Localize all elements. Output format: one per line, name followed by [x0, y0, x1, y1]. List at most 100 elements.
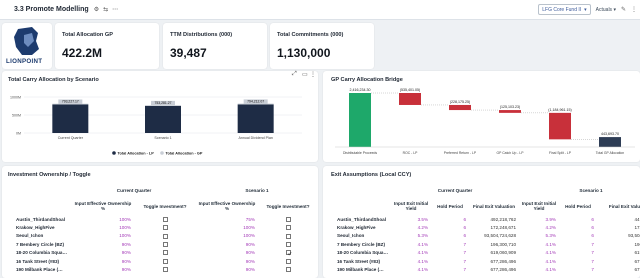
- more-icon[interactable]: ⋯: [112, 6, 118, 13]
- yield-input: 4.1%: [417, 267, 429, 273]
- kpi-card-distributions: TTM Distributions (000) 39,487: [163, 23, 267, 69]
- yield-input: 4.1%: [545, 258, 556, 264]
- column-header: Input Effective Ownership %: [74, 201, 132, 211]
- toggle-checkbox-cell: [258, 265, 318, 273]
- ownership-input: 75%: [245, 216, 255, 222]
- bar[interactable]: [145, 105, 181, 133]
- table-row: 190 Milbank Place (… 90% 90%: [2, 265, 318, 273]
- bar[interactable]: [237, 104, 274, 133]
- toggle-checkbox-cell: [258, 232, 318, 240]
- column-header: Hold Period: [437, 203, 463, 209]
- data-label: (125,103.23): [500, 105, 520, 109]
- exit-valuation: 677,286,496: [634, 267, 640, 273]
- kpi-value: 39,487: [170, 46, 207, 60]
- toggle-checkbox[interactable]: [285, 267, 291, 273]
- logo-card: LIONPOINT: [2, 23, 52, 69]
- yield-input: 4.1%: [545, 241, 556, 247]
- toggle-checkbox[interactable]: [285, 250, 291, 256]
- table-row: Krakow_HighFive 4.2% 6 172,248,671 4.2% 6 172,…: [323, 223, 640, 231]
- legend-label: Total Allocation - GP: [166, 151, 203, 155]
- yield-input: 3.9%: [545, 216, 556, 222]
- exit-valuation: 441,474,167: [634, 216, 640, 222]
- edit-icon[interactable]: ✎: [621, 6, 626, 13]
- data-label: 2,416,234.30: [350, 88, 371, 92]
- exit-valuation: 172,248,671: [634, 225, 640, 231]
- x-tick-label: GP Catch Up - LP: [496, 151, 524, 155]
- row-name: 18-20 Columbia Squa…: [16, 250, 68, 256]
- settings-icon[interactable]: ⚙: [94, 6, 99, 13]
- toggle-checkbox[interactable]: [162, 233, 168, 239]
- toggle-checkbox[interactable]: [285, 216, 291, 222]
- exit-valuation: 93,504,724,628: [628, 233, 640, 239]
- bar[interactable]: [349, 93, 371, 147]
- yield-input: 4.1%: [417, 241, 429, 247]
- toggle-checkbox[interactable]: [162, 267, 168, 273]
- toggle-checkbox-cell: [258, 215, 318, 223]
- exit-table: Current Quarter Scenario 1 Input Exit In…: [323, 183, 640, 274]
- toggle-checkbox[interactable]: [285, 233, 291, 239]
- toggle-checkbox[interactable]: [162, 250, 168, 256]
- legend-marker: [112, 151, 116, 155]
- fund-select-value: LFG Core Fund II: [542, 6, 582, 13]
- x-tick-label: Total GP Allocation: [596, 151, 625, 155]
- share-icon[interactable]: ⇆: [103, 6, 108, 13]
- toggle-checkbox-cell: [258, 257, 318, 265]
- hold-period-input: 6: [591, 225, 594, 231]
- kpi-card-commitments: Total Commitments (000) 1,130,000: [270, 23, 374, 69]
- exit-valuation: 172,248,671: [490, 225, 517, 231]
- ownership-title: Investment Ownership / Toggle: [8, 172, 91, 178]
- actuals-menu[interactable]: Actuals ▾: [596, 7, 616, 13]
- more-vert-icon[interactable]: ⋮: [631, 6, 637, 13]
- bar[interactable]: [549, 112, 571, 140]
- y-tick-label: 500M: [12, 114, 21, 118]
- table-row: 18-20 Columbia Squa… 4.1% 7 619,060,909 4.1%…: [323, 249, 640, 257]
- row-name: Austin_ThirdandShoal: [337, 216, 387, 222]
- row-name: Austin_ThirdandShoal: [16, 216, 66, 222]
- exit-valuation: 619,060,909: [490, 250, 517, 256]
- toggle-checkbox[interactable]: [162, 225, 168, 231]
- toggle-checkbox[interactable]: [162, 258, 168, 264]
- toggle-checkbox[interactable]: [162, 242, 168, 247]
- column-header: Final Exit Valuation: [608, 203, 640, 209]
- toggle-checkbox-cell: [258, 240, 318, 248]
- exit-valuation: 619,060,909: [634, 250, 640, 256]
- hold-period-input: 7: [591, 267, 594, 273]
- yield-input: 4.2%: [417, 225, 429, 231]
- ownership-input: 90%: [245, 258, 255, 264]
- toggle-checkbox[interactable]: [285, 225, 291, 231]
- toggle-checkbox[interactable]: [162, 216, 168, 222]
- carry-chart: 1000M 500M 0M 793,227.17 Current Quarter 753,…: [10, 96, 302, 155]
- bar[interactable]: [449, 104, 471, 111]
- ownership-card: Investment Ownership / Toggle Current Qu…: [2, 166, 318, 278]
- yield-input: 3.5%: [417, 216, 429, 222]
- column-header: Hold Period: [565, 203, 591, 209]
- kpi-label: Total Allocation GP: [62, 32, 113, 38]
- table-row: 18-20 Columbia Squa… 90% 90%: [2, 249, 318, 257]
- hold-period-input: 7: [591, 258, 594, 264]
- fund-select[interactable]: LFG Core Fund II ▾: [538, 4, 591, 15]
- ownership-input: 100%: [243, 225, 255, 231]
- bar[interactable]: [499, 110, 521, 113]
- kpi-label: Total Commitments (000): [277, 32, 344, 38]
- bar[interactable]: [399, 93, 421, 105]
- ownership-input: 90%: [121, 267, 131, 273]
- bar[interactable]: [599, 137, 621, 147]
- exit-valuation: 677,286,496: [490, 267, 517, 273]
- hold-period-input: 6: [463, 233, 467, 239]
- exit-valuation: 93,504,724,628: [484, 233, 517, 239]
- toggle-checkbox-cell: [134, 249, 196, 257]
- column-header: Input Exit Initial Yield: [521, 201, 557, 211]
- row-name: 7 Bembery Circle (BZ): [16, 241, 64, 247]
- bar[interactable]: [52, 104, 89, 133]
- ownership-table: Current Quarter Scenario 1 Input Effecti…: [2, 183, 318, 274]
- row-name: Seoul_Ichon: [337, 233, 365, 239]
- y-tick-label: 1000M: [10, 96, 21, 100]
- toggle-checkbox[interactable]: [285, 258, 291, 264]
- x-tick-label: Scenario 1: [154, 136, 171, 140]
- column-header: Final Exit Valuation: [472, 203, 516, 209]
- page-title: 3.3 Promote Modelling: [14, 6, 89, 13]
- toggle-checkbox[interactable]: [285, 242, 291, 247]
- table-row: 7 Bembery Circle (BZ) 4.1% 7 196,300,710 4.1…: [323, 240, 640, 248]
- column-header: Toggle Investment?: [266, 203, 310, 209]
- exit-card: Exit Assumptions (Local CCY) Current Qua…: [323, 166, 640, 278]
